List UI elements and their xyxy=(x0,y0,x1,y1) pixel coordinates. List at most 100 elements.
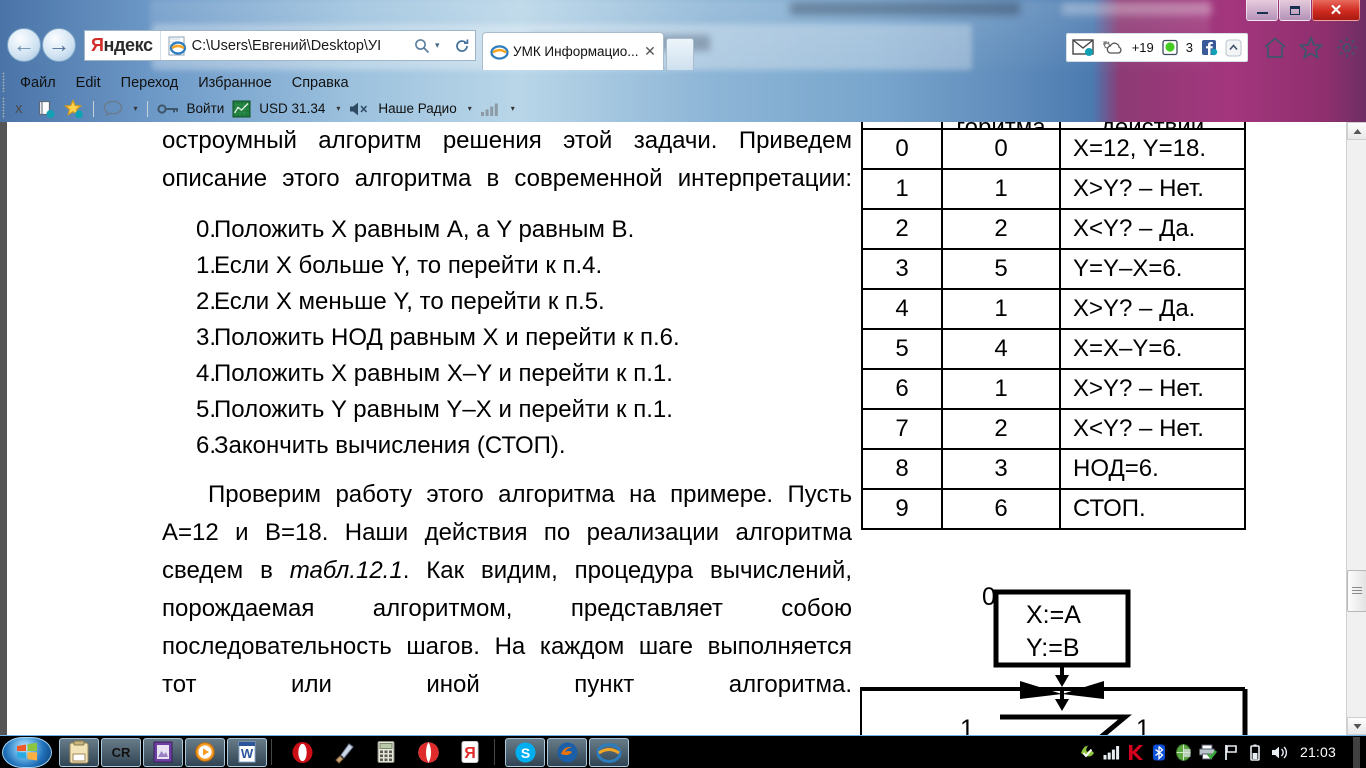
signal-bars-icon[interactable] xyxy=(1102,743,1121,762)
cell-action: X>Y? – Нет. xyxy=(1059,168,1246,210)
taskbar-item-yandex-browser[interactable] xyxy=(408,738,448,767)
search-icon[interactable] xyxy=(409,31,435,60)
taskbar-item-yandex[interactable]: Я xyxy=(450,738,490,767)
taskbar-item-image-viewer[interactable] xyxy=(143,737,183,767)
maximize-restore-button[interactable] xyxy=(1279,0,1311,21)
signal-dropdown-caret[interactable]: ▾ xyxy=(507,98,519,120)
currency-chart-icon[interactable] xyxy=(228,98,255,120)
currency-label[interactable]: USD 31.34 xyxy=(255,98,329,120)
taskbar-item-internet-explorer[interactable] xyxy=(589,737,629,767)
show-desktop-button[interactable] xyxy=(1353,736,1360,768)
address-input[interactable]: C:\Users\Евгений\Desktop\УІ xyxy=(192,38,409,54)
browser-right-icons xyxy=(1262,34,1360,60)
cell-step: 6 xyxy=(861,368,943,410)
table-row: 1 1 X>Y? – Нет. xyxy=(861,168,1246,210)
taskbar-item-paint[interactable] xyxy=(324,738,364,767)
mail-icon[interactable] xyxy=(1070,35,1096,60)
scroll-up-button[interactable] xyxy=(1347,122,1366,140)
favorites-star-icon[interactable] xyxy=(1298,34,1324,60)
yandex-logo-initial: Я xyxy=(91,35,104,55)
taskbar-item-opera[interactable] xyxy=(282,738,322,767)
login-label[interactable]: Войти xyxy=(183,98,229,120)
cell-action: X>Y? – Нет. xyxy=(1059,368,1246,410)
paragraph-middle: Проверим работу этого алгоритма на приме… xyxy=(162,476,852,704)
browser-tab[interactable]: УМК Информацио... ✕ xyxy=(482,32,664,70)
minimize-button[interactable] xyxy=(1246,0,1278,21)
radio-label[interactable]: Наше Радио xyxy=(374,98,460,120)
settings-gear-icon[interactable] xyxy=(1334,34,1360,60)
address-bar[interactable]: Яндекс C:\Users\Евгений\Desktop\УІ ▾ xyxy=(84,30,476,61)
flag-icon[interactable] xyxy=(1222,743,1241,762)
bookmarks-icon[interactable] xyxy=(32,98,60,120)
table-header-item: горитма xyxy=(944,122,1058,127)
taskbar-item-skype[interactable]: S xyxy=(505,737,545,767)
menu-bar: Файл Edit Переход Избранное Справка xyxy=(0,70,1366,95)
address-dropdown-caret[interactable]: ▾ xyxy=(435,40,449,51)
menu-item-edit[interactable]: Edit xyxy=(66,75,111,91)
menu-item-help[interactable]: Справка xyxy=(282,75,359,91)
cell-action: X=12, Y=18. xyxy=(1059,128,1246,170)
cell-step: 5 xyxy=(861,328,943,370)
refresh-icon[interactable] xyxy=(449,31,475,60)
cell-item: 3 xyxy=(941,448,1061,490)
taskbar-item-clipboard[interactable] xyxy=(59,737,99,767)
taskbar-item-word[interactable]: W xyxy=(227,737,267,767)
taskbar-item-calculator[interactable] xyxy=(366,738,406,767)
flowchart-box-line1: X:=A xyxy=(1026,601,1081,629)
cell-item: 2 xyxy=(941,208,1061,250)
home-icon[interactable] xyxy=(1262,34,1288,60)
yandex-bar-close-button[interactable]: x xyxy=(6,98,32,120)
signal-bars-icon[interactable] xyxy=(476,98,504,120)
table-header-row: горитма действий xyxy=(861,122,1246,130)
flowchart-box-line2: Y:=B xyxy=(1026,634,1080,662)
kaspersky-icon[interactable] xyxy=(1126,743,1145,762)
cell-item: 1 xyxy=(941,168,1061,210)
step-number: 3. xyxy=(196,324,217,351)
radio-dropdown-caret[interactable]: ▾ xyxy=(464,98,476,120)
list-item: 3. Положить НОД равным X и перейти к п.6… xyxy=(162,320,852,356)
taskbar-item-firefox[interactable] xyxy=(547,737,587,767)
taskbar-item-media-player[interactable] xyxy=(185,737,225,767)
back-button[interactable]: ← xyxy=(7,28,41,62)
scrollbar-thumb[interactable] xyxy=(1347,570,1366,612)
facebook-icon[interactable] xyxy=(1198,35,1220,60)
battery-icon[interactable] xyxy=(1246,743,1265,762)
system-tray: 21:03 xyxy=(1078,736,1366,768)
menu-item-view[interactable]: Переход xyxy=(111,75,189,91)
vertical-scrollbar[interactable] xyxy=(1346,122,1366,735)
close-button[interactable]: ✕ xyxy=(1312,0,1360,21)
comments-icon[interactable] xyxy=(99,98,127,120)
expand-widgets-button[interactable] xyxy=(1223,35,1244,60)
taskbar-cr-label: CR xyxy=(111,744,131,760)
yandex-logo: Яндекс xyxy=(85,31,161,60)
favorites-star-icon[interactable] xyxy=(60,98,88,120)
yandex-logo-text: ндекс xyxy=(103,35,153,55)
menu-item-favorites[interactable]: Избранное xyxy=(188,75,281,91)
scroll-down-button[interactable] xyxy=(1347,717,1366,735)
svg-text:Я: Я xyxy=(464,745,476,762)
currency-dropdown-caret[interactable]: ▾ xyxy=(332,98,344,120)
browser-chrome: ← → Яндекс C:\Users\Евгений\Desktop\УІ ▾… xyxy=(0,22,1366,122)
taskbar-item-cr[interactable]: CR xyxy=(101,737,141,767)
start-button[interactable] xyxy=(2,736,52,768)
bluetooth-icon[interactable] xyxy=(1150,743,1169,762)
radio-muted-icon[interactable] xyxy=(344,98,374,120)
screen: ✕ ← → Яндекс C:\Users\Евгений\Desktop\УІ… xyxy=(0,0,1366,768)
tab-close-icon[interactable]: ✕ xyxy=(641,43,659,60)
notifications-icon[interactable] xyxy=(1159,35,1181,60)
weather-icon[interactable] xyxy=(1099,35,1127,60)
printer-icon[interactable] xyxy=(1198,743,1217,762)
forward-button[interactable]: → xyxy=(42,28,76,62)
step-text: Положить X равным A, а Y равным B. xyxy=(214,216,635,243)
menu-item-file[interactable]: Файл xyxy=(10,75,66,91)
updates-icon[interactable] xyxy=(1078,743,1097,762)
comments-dropdown-caret[interactable]: ▾ xyxy=(130,98,142,120)
network-icon[interactable] xyxy=(1174,743,1193,762)
new-tab-button[interactable] xyxy=(666,38,694,70)
login-key-icon[interactable] xyxy=(153,98,183,120)
step-text: Если X меньше Y, то перейти к п.5. xyxy=(214,288,605,315)
ie-favicon xyxy=(167,36,187,56)
taskbar-clock[interactable]: 21:03 xyxy=(1300,744,1336,760)
volume-icon[interactable] xyxy=(1270,743,1289,762)
list-item: 1. Если X больше Y, то перейти к п.4. xyxy=(162,248,852,284)
